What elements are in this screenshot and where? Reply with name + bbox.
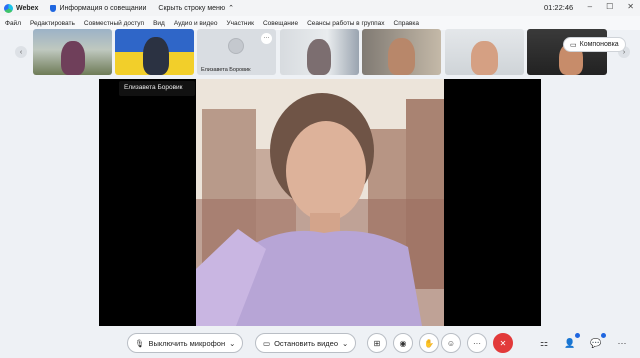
share-icon: ⊞ — [373, 338, 381, 348]
participant-tile-6[interactable] — [445, 29, 524, 75]
video-label: Остановить видео — [274, 338, 339, 348]
participant-tile-2[interactable] — [115, 29, 194, 75]
app-name: Webex — [16, 4, 39, 12]
participants-icon: 👤 — [564, 337, 576, 348]
speaker-video-frame — [196, 79, 444, 326]
reactions-button[interactable]: ☺ — [441, 333, 461, 353]
apps-button[interactable]: ⚏ — [537, 336, 551, 350]
participant-tile-7[interactable] — [527, 29, 607, 75]
menu-item-view[interactable]: Вид — [153, 20, 165, 27]
participant-video-1 — [61, 41, 85, 75]
title-bar: Webex Информация о совещании Скрыть стро… — [0, 0, 640, 16]
participant-video-4 — [307, 39, 331, 75]
participant-name: Елизавета Боровик — [201, 67, 251, 73]
record-icon: ◉ — [399, 338, 407, 348]
notification-dot — [575, 333, 580, 338]
mute-label: Выключить микрофон — [148, 338, 226, 348]
app-logo: Webex — [4, 3, 39, 13]
menu-bar: Файл Редактировать Совместный доступ Вид… — [0, 16, 640, 30]
participant-filmstrip: ‹ ··· Елизавета Боровик › — [0, 29, 640, 77]
end-call-button[interactable]: ✕ — [493, 333, 513, 353]
smiley-icon: ☺ — [446, 338, 456, 348]
close-icon[interactable]: ✕ — [627, 2, 634, 11]
meeting-timer: 01:22:46 — [544, 3, 574, 12]
more-dots-icon: ··· — [617, 338, 627, 348]
participant-tooltip: Елизавета Боровик — [119, 81, 195, 96]
layout-label: Компоновка — [579, 41, 619, 48]
menu-item-help[interactable]: Справка — [394, 20, 420, 27]
more-options-button[interactable]: ··· — [467, 333, 487, 353]
meeting-info-label: Информация о совещании — [59, 4, 147, 12]
apps-icon: ⚏ — [539, 337, 549, 348]
participant-video-2 — [143, 37, 169, 75]
chevron-left-icon[interactable]: ‹ — [15, 46, 27, 58]
participant-video-5 — [388, 38, 415, 75]
meeting-info-button[interactable]: Информация о совещании — [50, 4, 147, 12]
share-button[interactable]: ⊞ — [367, 333, 387, 353]
participant-video-6 — [471, 41, 498, 75]
maximize-icon[interactable]: ☐ — [606, 2, 613, 11]
hide-menu-label: Скрыть строку меню — [158, 4, 226, 12]
microphone-icon: 🎙 — [135, 338, 145, 348]
window-controls: – ☐ ✕ — [588, 2, 634, 11]
layout-icon: ▭ — [570, 41, 577, 49]
camera-icon: ▭ — [263, 338, 271, 348]
chevron-down-icon[interactable]: ⌄ — [229, 339, 235, 348]
active-speaker-video — [196, 79, 444, 326]
shield-icon — [50, 4, 57, 12]
minimize-icon[interactable]: – — [588, 2, 592, 11]
participant-tile-5[interactable] — [362, 29, 441, 75]
chevron-up-icon: ⌃ — [228, 5, 235, 12]
webex-logo-icon — [4, 3, 13, 13]
menu-item-edit[interactable]: Редактировать — [30, 20, 75, 27]
meeting-controls: 🎙 Выключить микрофон ⌄ ▭ Остановить виде… — [0, 330, 640, 358]
close-icon: ✕ — [499, 338, 507, 348]
hand-icon: ✋ — [424, 338, 434, 348]
menu-item-share[interactable]: Совместный доступ — [84, 20, 144, 27]
more-panel-button[interactable]: ··· — [615, 336, 629, 350]
participant-tile-4[interactable] — [280, 29, 359, 75]
more-options-icon[interactable]: ··· — [261, 33, 272, 44]
menu-item-audio-video[interactable]: Аудио и видео — [174, 20, 218, 27]
menu-item-file[interactable]: Файл — [5, 20, 21, 27]
stop-video-button[interactable]: ▭ Остановить видео ⌄ — [255, 333, 357, 353]
menu-item-participant[interactable]: Участник — [227, 20, 254, 27]
participant-tile-1[interactable] — [33, 29, 112, 75]
notification-dot — [601, 333, 606, 338]
menu-item-meeting[interactable]: Совещание — [263, 20, 298, 27]
avatar-icon — [228, 38, 244, 54]
raise-hand-button[interactable]: ✋ — [419, 333, 439, 353]
menu-item-breakout[interactable]: Сеансы работы в группах — [307, 20, 384, 27]
participants-button[interactable]: 👤 — [563, 333, 580, 350]
more-dots-icon: ··· — [473, 338, 481, 348]
layout-button[interactable]: ▭ Компоновка — [563, 37, 626, 52]
participant-tile-placeholder[interactable]: ··· Елизавета Боровик — [197, 29, 276, 75]
mute-button[interactable]: 🎙 Выключить микрофон ⌄ — [127, 333, 244, 353]
chat-icon: 💬 — [590, 337, 602, 348]
record-button[interactable]: ◉ — [393, 333, 413, 353]
chevron-down-icon[interactable]: ⌄ — [342, 339, 348, 348]
hide-menu-button[interactable]: Скрыть строку меню ⌃ — [158, 4, 235, 13]
chat-button[interactable]: 💬 — [589, 333, 606, 350]
